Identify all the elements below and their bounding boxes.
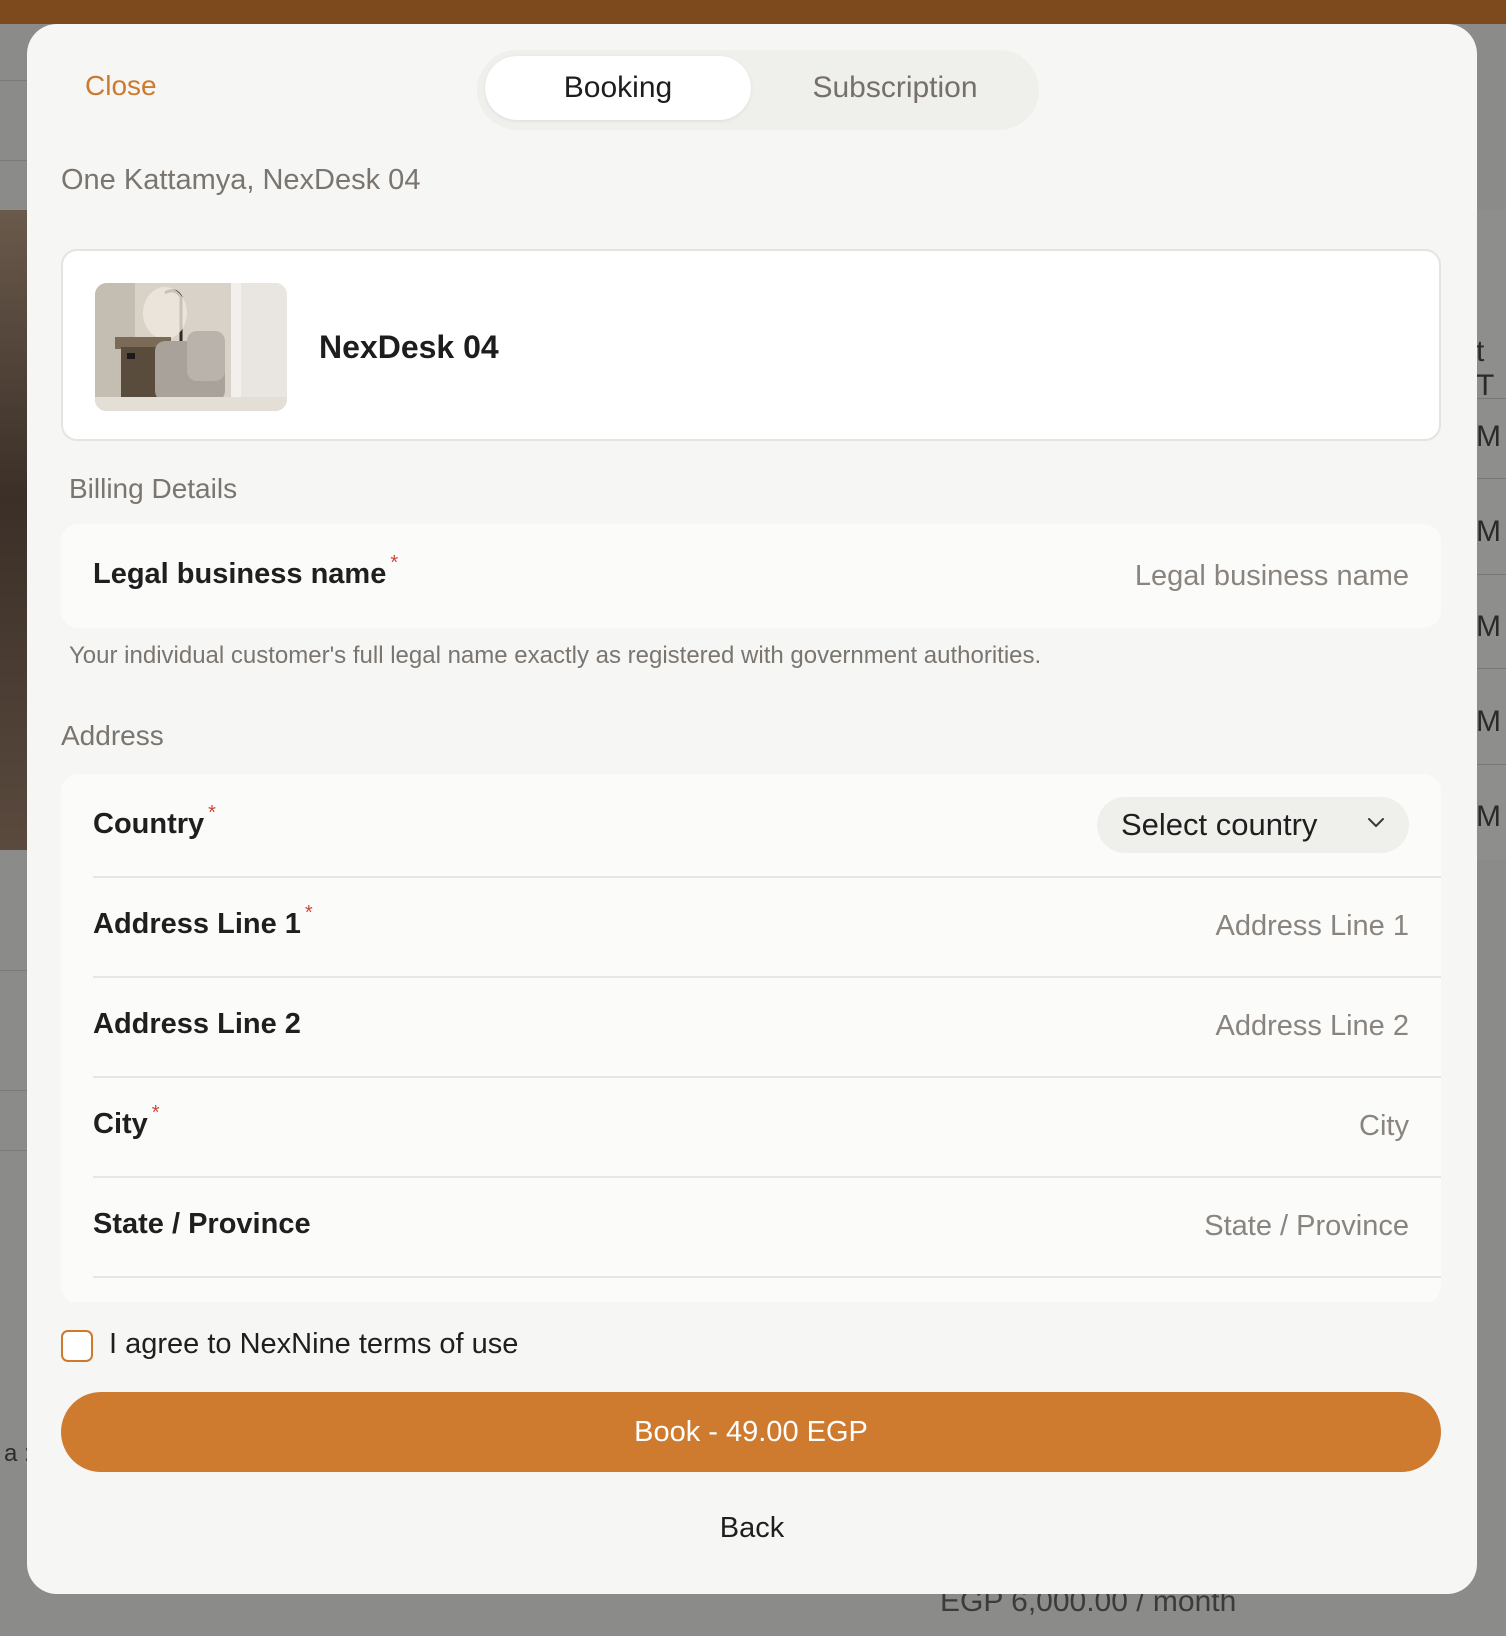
background-text: M — [1476, 705, 1501, 738]
required-marker: * — [304, 902, 313, 924]
required-marker: * — [151, 1102, 160, 1124]
background-photo — [0, 210, 28, 850]
close-button[interactable]: Close — [85, 70, 157, 102]
row-divider — [93, 1276, 1441, 1278]
required-marker: * — [208, 802, 216, 824]
state-row: State / Province — [61, 1174, 1441, 1278]
location-breadcrumb: One Kattamya, NexDesk 04 — [61, 164, 421, 196]
background-text: M — [1476, 610, 1501, 643]
background-divider — [1476, 478, 1506, 479]
required-marker: * — [390, 552, 399, 574]
background-divider — [1476, 398, 1506, 399]
legal-name-helper-text: Your individual customer's full legal na… — [69, 642, 1042, 669]
country-label: Country * — [93, 802, 216, 841]
legal-name-field: Legal business name * — [61, 524, 1441, 628]
country-label-text: Country — [93, 808, 205, 840]
city-input[interactable] — [809, 1101, 1409, 1151]
country-select[interactable]: Select country — [1097, 797, 1409, 853]
tab-booking[interactable]: Booking — [485, 56, 751, 120]
legal-name-label: Legal business name * — [93, 552, 398, 591]
booking-modal: Close Booking Subscription One Kattamya,… — [27, 24, 1477, 1594]
legal-name-label-text: Legal business name — [93, 558, 387, 590]
billing-section-title: Billing Details — [69, 473, 238, 504]
address-line1-label: Address Line 1 * — [93, 902, 313, 941]
tab-subscription[interactable]: Subscription — [757, 56, 1033, 120]
desk-card: NexDesk 04 — [61, 249, 1441, 441]
terms-label: I agree to NexNine terms of use — [109, 1328, 519, 1360]
background-text: M — [1476, 420, 1501, 453]
address-section-title: Address — [61, 720, 164, 751]
address-line2-input[interactable] — [809, 1001, 1409, 1051]
address-line1-input[interactable] — [809, 901, 1409, 951]
background-divider — [1476, 764, 1506, 765]
desk-name: NexDesk 04 — [319, 329, 499, 365]
country-select-value: Select country — [1121, 807, 1318, 842]
state-input[interactable] — [809, 1201, 1409, 1251]
mode-tabs: Booking Subscription — [477, 50, 1039, 130]
address-line1-label-text: Address Line 1 — [93, 908, 301, 940]
scroll-edge — [27, 1302, 1477, 1322]
chevron-down-icon — [1368, 818, 1384, 827]
book-button[interactable]: Book - 49.00 EGP — [61, 1392, 1441, 1472]
background-divider — [0, 160, 28, 161]
back-button[interactable]: Back — [27, 1512, 1477, 1545]
background-text: t T — [1476, 335, 1495, 402]
background-text: M — [1476, 800, 1501, 833]
desk-photo — [95, 283, 287, 411]
city-row: City * — [61, 1074, 1441, 1178]
background-top-bar — [0, 0, 1506, 24]
background-divider — [0, 80, 28, 81]
background-text: M — [1476, 515, 1501, 548]
address-form: Country * Select country Address Line 1 * … — [61, 774, 1441, 1304]
address-line2-row: Address Line 2 — [61, 974, 1441, 1078]
address-line2-label: Address Line 2 — [93, 1008, 301, 1040]
state-label: State / Province — [93, 1208, 311, 1240]
background-divider — [1476, 574, 1506, 575]
legal-name-input[interactable] — [809, 551, 1409, 601]
city-label: City * — [93, 1102, 160, 1141]
address-line1-row: Address Line 1 * — [61, 874, 1441, 978]
country-row: Country * Select country — [61, 774, 1441, 878]
terms-checkbox[interactable] — [61, 1330, 93, 1362]
background-divider — [0, 1090, 28, 1091]
city-label-text: City — [93, 1108, 148, 1140]
background-divider — [0, 970, 28, 971]
background-divider — [1476, 668, 1506, 669]
background-divider — [0, 1150, 28, 1151]
